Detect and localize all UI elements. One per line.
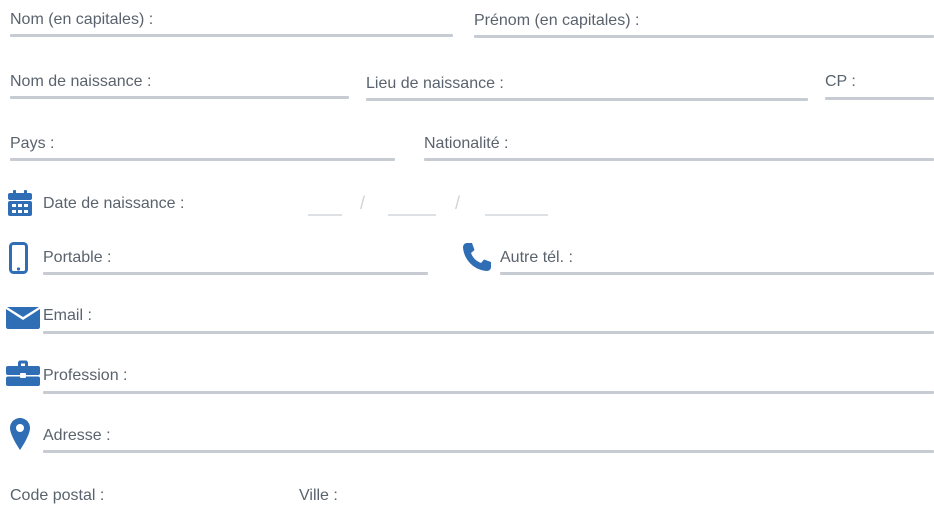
prenom-field[interactable] bbox=[474, 35, 934, 38]
pays-label: Pays : bbox=[10, 135, 55, 152]
date-month-field[interactable] bbox=[388, 214, 436, 216]
adresse-label: Adresse : bbox=[43, 427, 111, 444]
email-label: Email : bbox=[43, 307, 92, 324]
briefcase-icon bbox=[6, 360, 40, 386]
email-field[interactable] bbox=[43, 331, 934, 334]
mobile-phone-icon bbox=[9, 242, 28, 274]
nom-naissance-label: Nom de naissance : bbox=[10, 73, 152, 90]
date-naissance-label: Date de naissance : bbox=[43, 195, 185, 212]
nom-naissance-field[interactable] bbox=[10, 96, 349, 99]
portable-field[interactable] bbox=[43, 272, 428, 275]
cp-label: CP : bbox=[825, 73, 856, 90]
date-separator-1: / bbox=[360, 193, 366, 213]
code-postal-label: Code postal : bbox=[10, 487, 105, 504]
date-separator-2: / bbox=[455, 193, 461, 213]
profession-field[interactable] bbox=[43, 391, 934, 394]
envelope-icon bbox=[6, 307, 40, 329]
portable-label: Portable : bbox=[43, 249, 112, 266]
lieu-naissance-field[interactable] bbox=[366, 98, 808, 101]
nom-label: Nom (en capitales) : bbox=[10, 11, 154, 28]
calendar-icon bbox=[8, 190, 32, 216]
nationalite-label: Nationalité : bbox=[424, 135, 509, 152]
date-year-field[interactable] bbox=[485, 214, 548, 216]
lieu-naissance-label: Lieu de naissance : bbox=[366, 75, 504, 92]
autre-tel-label: Autre tél. : bbox=[500, 249, 573, 266]
date-day-field[interactable] bbox=[308, 214, 342, 216]
prenom-label: Prénom (en capitales) : bbox=[474, 12, 640, 29]
adresse-field[interactable] bbox=[43, 450, 934, 453]
cp-field[interactable] bbox=[825, 97, 934, 100]
profession-label: Profession : bbox=[43, 367, 128, 384]
phone-handset-icon bbox=[461, 241, 493, 273]
pays-field[interactable] bbox=[10, 158, 395, 161]
nom-field[interactable] bbox=[10, 34, 453, 37]
autre-tel-field[interactable] bbox=[500, 272, 934, 275]
ville-label: Ville : bbox=[299, 487, 338, 504]
map-pin-icon bbox=[10, 418, 30, 450]
nationalite-field[interactable] bbox=[424, 158, 934, 161]
